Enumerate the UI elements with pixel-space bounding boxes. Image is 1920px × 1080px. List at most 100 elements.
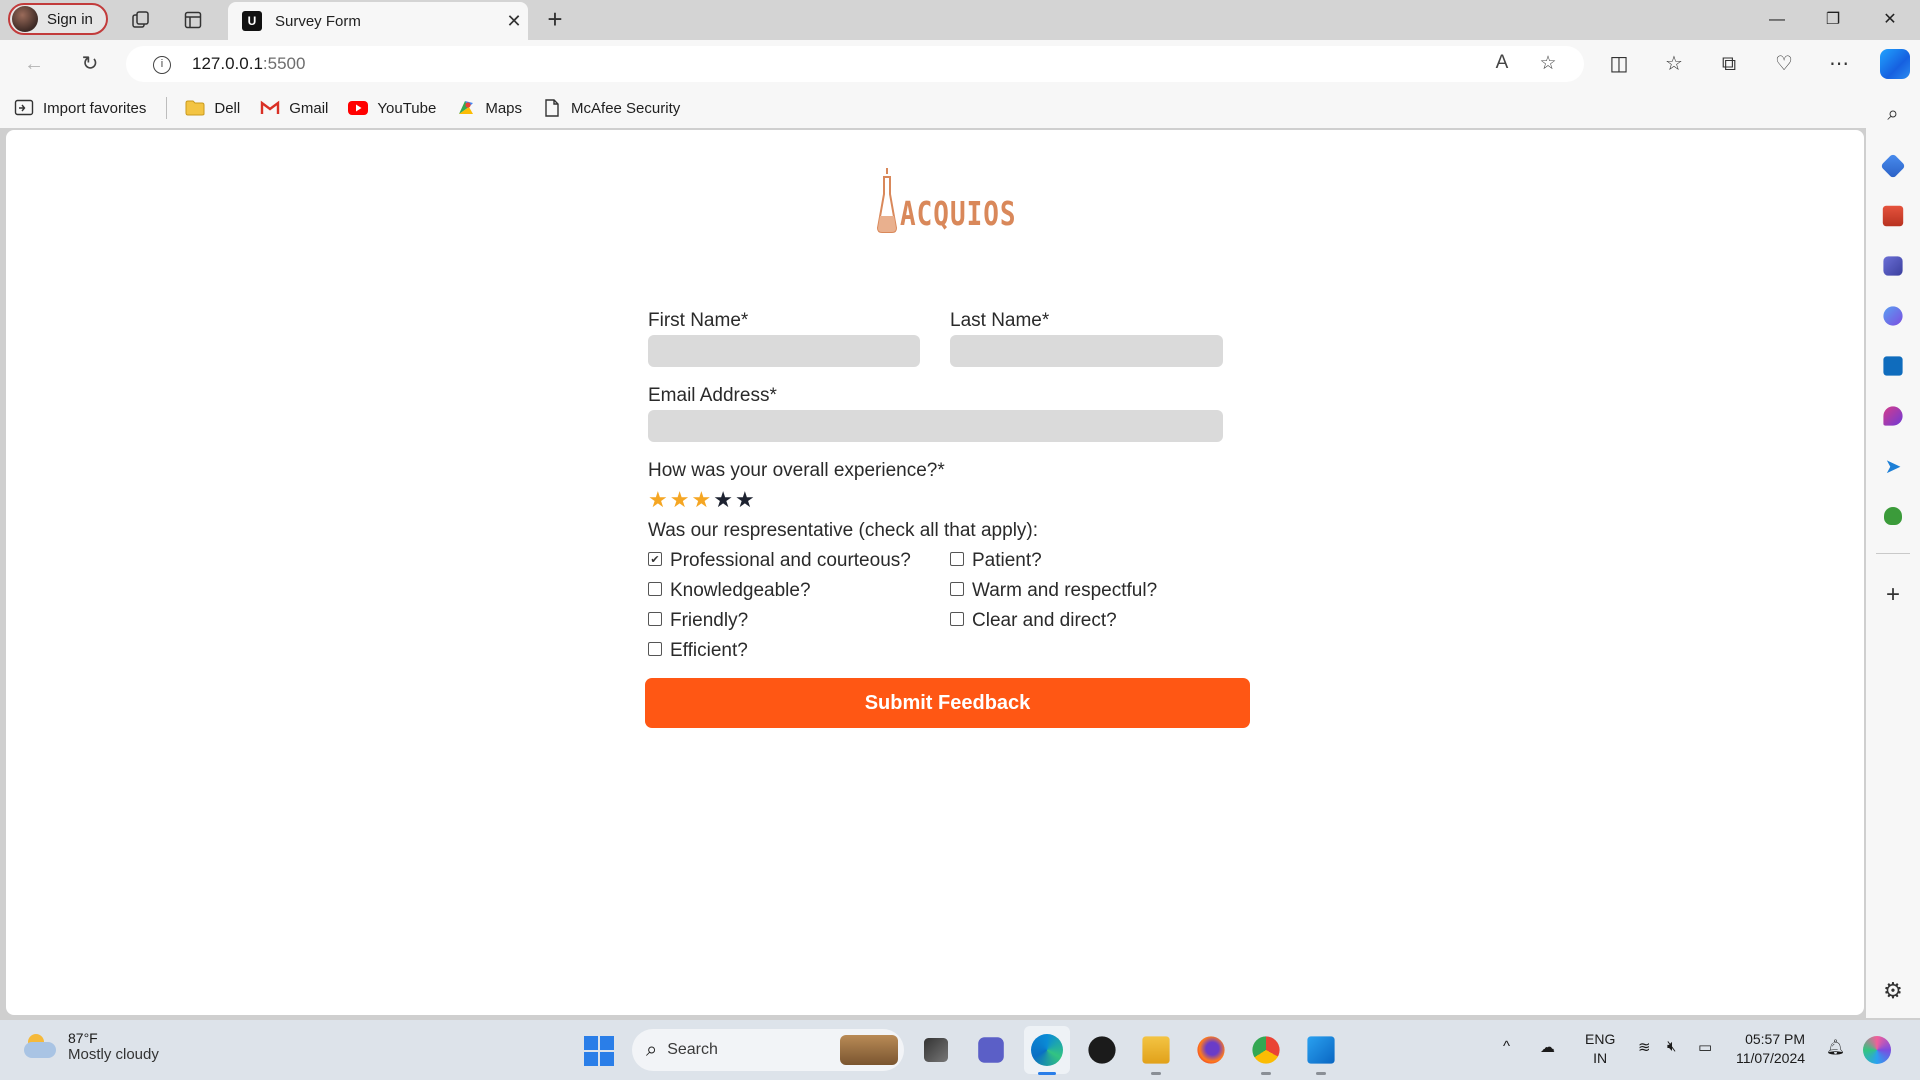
close-tab-icon[interactable]: ✕ (500, 11, 528, 32)
microsoft-365-icon[interactable] (1883, 306, 1903, 326)
split-screen-icon[interactable]: ◫ (1606, 52, 1632, 76)
favorite-mcafee[interactable]: McAfee Security (542, 99, 680, 117)
language-indicator[interactable]: ENG IN (1585, 1030, 1615, 1068)
tab-strip: Sign in U Survey Form ✕ + — ❐ ✕ (0, 0, 1920, 40)
favorite-star-icon[interactable]: ☆ (1536, 52, 1560, 75)
windows-start-icon[interactable] (584, 1036, 614, 1066)
taskbar-search[interactable]: ⌕ Search (632, 1029, 904, 1071)
option-efficient[interactable]: Efficient? (648, 640, 748, 662)
file-explorer-icon[interactable] (1142, 1036, 1170, 1064)
favorite-label: Dell (214, 99, 241, 117)
tree-icon[interactable] (1884, 507, 1902, 525)
back-icon[interactable]: ← (20, 52, 48, 76)
dell-icon[interactable] (1088, 1036, 1116, 1064)
refresh-icon[interactable]: ↻ (76, 52, 104, 76)
chrome-icon[interactable] (1252, 1036, 1280, 1064)
email-input[interactable] (648, 410, 1223, 442)
favorite-maps[interactable]: Maps (456, 99, 522, 117)
active-indicator (1038, 1072, 1056, 1075)
address-bar[interactable]: i 127.0.0.1:5500 A ☆ (126, 46, 1584, 82)
star-icon[interactable]: ★ (713, 489, 733, 511)
profile-label: Sign in (47, 10, 93, 28)
favorite-gmail[interactable]: Gmail (260, 99, 328, 117)
running-indicator (1316, 1072, 1326, 1075)
representative-label: Was our respresentative (check all that … (648, 520, 1039, 541)
clock[interactable]: 05:57 PM 11/07/2024 (1736, 1030, 1805, 1068)
option-label: Clear and direct? (972, 610, 1117, 631)
restore-icon[interactable]: ❐ (1810, 6, 1856, 34)
checkbox[interactable] (648, 612, 662, 626)
option-knowledgeable[interactable]: Knowledgeable? (648, 580, 811, 602)
favorite-import[interactable]: Import favorites (14, 99, 146, 117)
favorites-icon[interactable]: ☆ (1661, 52, 1687, 76)
checkbox[interactable] (950, 612, 964, 626)
option-warm[interactable]: Warm and respectful? (950, 580, 1157, 602)
send-icon[interactable]: ➤ (1881, 454, 1905, 478)
minimize-icon[interactable]: — (1754, 6, 1800, 34)
sidebar-divider (1876, 553, 1910, 554)
tab-survey-form[interactable]: U Survey Form ✕ (228, 2, 528, 40)
favorite-youtube[interactable]: YouTube (348, 99, 436, 117)
tab-actions-icon[interactable] (181, 8, 205, 32)
checkbox[interactable] (648, 642, 662, 656)
search-icon[interactable]: ⌕ (1881, 103, 1905, 127)
option-patient[interactable]: Patient? (950, 550, 1042, 572)
option-label: Friendly? (670, 610, 749, 631)
clock-time: 05:57 PM (1745, 1031, 1806, 1047)
new-tab-icon[interactable]: + (541, 6, 569, 32)
more-menu-icon[interactable]: ⋯ (1826, 52, 1852, 76)
favorite-label: McAfee Security (571, 99, 681, 117)
option-friendly[interactable]: Friendly? (648, 610, 748, 632)
option-label: Warm and respectful? (972, 580, 1158, 601)
copilot-icon[interactable] (1880, 49, 1910, 79)
favorite-dell[interactable]: Dell (185, 99, 240, 117)
submit-feedback-button[interactable]: Submit Feedback (645, 678, 1250, 728)
vscode-icon[interactable] (1307, 1036, 1335, 1064)
battery-icon[interactable]: ▭ (1698, 1038, 1712, 1056)
volume-muted-icon[interactable]: 🔇︎ (1667, 1038, 1676, 1055)
star-icon[interactable]: ★ (648, 489, 668, 511)
designer-icon[interactable] (1883, 406, 1903, 426)
teams-icon[interactable] (978, 1037, 1004, 1063)
onedrive-icon[interactable]: ☁ (1540, 1038, 1555, 1056)
checkbox[interactable] (950, 582, 964, 596)
weather-temp: 87°F (68, 1030, 98, 1046)
page-viewport (6, 130, 1864, 1015)
firefox-icon[interactable] (1197, 1036, 1225, 1064)
star-icon[interactable]: ★ (735, 489, 755, 511)
site-info-icon[interactable]: i (142, 54, 182, 74)
option-professional[interactable]: ✔ Professional and courteous? (648, 550, 911, 572)
show-hidden-icons-icon[interactable]: ^ (1503, 1038, 1510, 1055)
favorite-label: Gmail (289, 99, 329, 117)
weather-widget[interactable]: 87°F Mostly cloudy (22, 1030, 159, 1063)
read-aloud-icon[interactable]: A (1490, 52, 1514, 74)
add-icon[interactable]: + (1881, 583, 1905, 607)
checkbox[interactable] (950, 552, 964, 566)
settings-gear-icon[interactable]: ⚙ (1881, 979, 1905, 1003)
url-host: 127.0.0.1 (192, 54, 263, 73)
collections-icon[interactable]: ⧉ (1716, 52, 1742, 76)
workspaces-icon[interactable] (129, 8, 153, 32)
outlook-icon[interactable] (1883, 356, 1903, 376)
tools-icon[interactable] (1882, 205, 1904, 227)
avatar (12, 6, 38, 32)
close-window-icon[interactable]: ✕ (1867, 6, 1913, 34)
games-icon[interactable] (1883, 256, 1903, 276)
option-clear[interactable]: Clear and direct? (950, 610, 1117, 632)
last-name-input[interactable] (950, 335, 1223, 367)
profile-button[interactable]: Sign in (8, 3, 108, 35)
star-icon[interactable]: ★ (670, 489, 690, 511)
browser-essentials-icon[interactable]: ♡ (1771, 52, 1797, 76)
notifications-bell-icon[interactable]: 🔔︎ (1826, 1038, 1845, 1056)
taskbar: 87°F Mostly cloudy ⌕ Search ^ ☁ ENG IN ≋… (0, 1020, 1920, 1080)
checkbox[interactable] (648, 582, 662, 596)
checkbox-checked[interactable]: ✔ (648, 552, 662, 566)
wifi-icon[interactable]: ≋ (1638, 1038, 1651, 1056)
task-view-icon[interactable] (924, 1038, 948, 1062)
copilot-taskbar-icon[interactable] (1863, 1036, 1891, 1064)
edge-browser-icon[interactable] (1031, 1034, 1063, 1066)
star-icon[interactable]: ★ (691, 489, 711, 511)
first-name-input[interactable] (648, 335, 920, 367)
option-label: Efficient? (670, 640, 748, 661)
running-indicator (1261, 1072, 1271, 1075)
